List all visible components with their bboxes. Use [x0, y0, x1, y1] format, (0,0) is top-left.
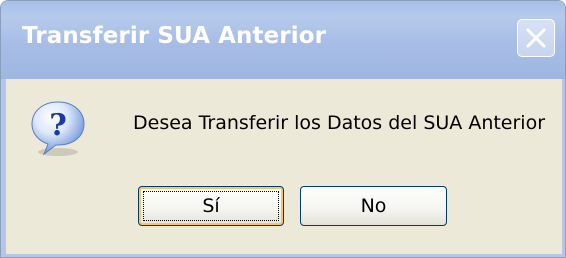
dialog-title: Transferir SUA Anterior: [22, 23, 327, 49]
close-icon: [526, 28, 546, 48]
close-button[interactable]: [517, 19, 555, 57]
window-frame-left: [1, 79, 6, 257]
dialog-window: Transferir SUA Anterior ? Desea Transfer…: [0, 0, 566, 258]
dialog-message: Desea Transferir los Datos del SUA Anter…: [133, 112, 546, 134]
svg-text:?: ?: [49, 108, 67, 143]
window-frame-bottom: [1, 254, 565, 257]
no-button-label: No: [360, 195, 387, 217]
yes-button-label: Sí: [202, 195, 220, 217]
title-bar[interactable]: Transferir SUA Anterior: [1, 1, 565, 79]
no-button[interactable]: No: [300, 186, 447, 226]
yes-button[interactable]: Sí: [138, 186, 284, 226]
window-frame-right: [562, 79, 565, 257]
question-icon: ?: [31, 101, 85, 156]
